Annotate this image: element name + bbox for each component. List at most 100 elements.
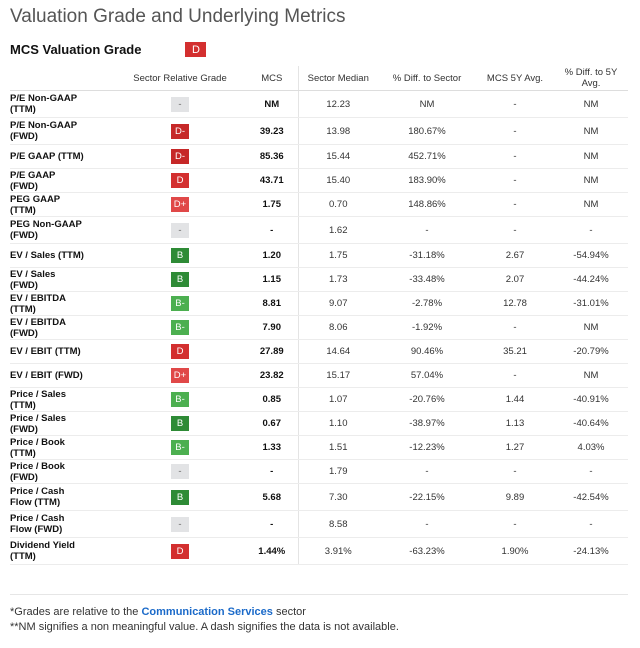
grade-cell: B- [114, 291, 246, 316]
grade-badge: B [171, 489, 189, 505]
grade-badge: D [171, 173, 189, 188]
mcs-value: 39.23 [246, 117, 299, 145]
mcs-5y-avg-value: - [476, 144, 554, 169]
diff-to-sector-value: -12.23% [378, 435, 476, 460]
sector-median-value: 8.58 [298, 510, 378, 538]
mcs-5y-avg-value: - [476, 510, 554, 538]
table-row: EV / EBIT (FWD) D+ 23.82 15.17 57.04% - NM [10, 363, 628, 388]
table-row: Dividend Yield (TTM) D 1.44% 3.91% -63.23% 1.… [10, 537, 628, 565]
mcs-value: - [246, 459, 299, 484]
metric-cell: P/E GAAP (TTM) [10, 144, 114, 169]
mcs-value: 0.67 [246, 411, 299, 436]
diff-to-5y-avg-value: - [554, 216, 628, 244]
mcs-value: - [246, 510, 299, 538]
grade-badge: B [171, 272, 189, 287]
mcs-5y-avg-value: - [476, 315, 554, 340]
grade-badge: - [171, 222, 189, 238]
grade-cell: B [114, 267, 246, 292]
table-row: EV / Sales (TTM) B 1.20 1.75 -31.18% 2.67 -54.… [10, 243, 628, 268]
col-header-diff-to-sector: % Diff. to Sector [378, 66, 476, 91]
grade-cell: - [114, 90, 246, 118]
diff-to-5y-avg-value: -40.64% [554, 411, 628, 436]
mcs-value: 5.68 [246, 483, 299, 511]
mcs-value: 1.75 [246, 192, 299, 217]
table-row: Price / Cash Flow (TTM) B 5.68 7.30 -22.15% 9… [10, 483, 628, 511]
grade-badge: B- [171, 392, 189, 407]
grade-badge: D- [171, 149, 189, 164]
diff-to-5y-avg-value: NM [554, 315, 628, 340]
diff-to-5y-avg-value: -42.54% [554, 483, 628, 511]
metric-cell: Dividend Yield (TTM) [10, 537, 114, 565]
diff-to-5y-avg-value: NM [554, 192, 628, 217]
grade-cell: D [114, 339, 246, 364]
diff-to-5y-avg-value: -40.91% [554, 387, 628, 412]
metric-cell: EV / EBIT (FWD) [10, 363, 114, 388]
valuation-metrics-table: Sector Relative Grade MCS Sector Median … [10, 66, 628, 565]
grade-cell: B [114, 243, 246, 268]
mcs-value: 43.71 [246, 168, 299, 193]
grade-cell: B- [114, 315, 246, 340]
grade-cell: - [114, 510, 246, 538]
mcs-value: - [246, 216, 299, 244]
mcs-5y-avg-value: - [476, 192, 554, 217]
mcs-value: 1.20 [246, 243, 299, 268]
metric-cell: PEG Non-GAAP (FWD) [10, 216, 114, 244]
sector-link[interactable]: Communication Services [141, 606, 272, 618]
diff-to-sector-value: -63.23% [378, 537, 476, 565]
sector-median-value: 14.64 [298, 339, 378, 364]
valuation-grade-badge: D [185, 42, 207, 57]
grade-badge: - [171, 464, 189, 479]
page-title: Valuation Grade and Underlying Metrics [10, 6, 346, 27]
table-row: EV / Sales (FWD) B 1.15 1.73 -33.48% 2.07 -44.… [10, 267, 628, 292]
mcs-5y-avg-value: - [476, 459, 554, 484]
sector-median-value: 15.17 [298, 363, 378, 388]
mcs-5y-avg-value: - [476, 363, 554, 388]
table-row: P/E GAAP (FWD) D 43.71 15.40 183.90% - NM [10, 168, 628, 193]
grade-badge: B [171, 248, 189, 263]
mcs-value: 1.44% [246, 537, 299, 565]
grade-badge: D- [171, 123, 189, 139]
grade-cell: D- [114, 117, 246, 145]
diff-to-5y-avg-value: NM [554, 117, 628, 145]
diff-to-sector-value: -31.18% [378, 243, 476, 268]
grade-badge: D+ [171, 197, 189, 212]
metric-cell: P/E GAAP (FWD) [10, 168, 114, 193]
diff-to-5y-avg-value: -20.79% [554, 339, 628, 364]
sector-median-value: 0.70 [298, 192, 378, 217]
mcs-value: 27.89 [246, 339, 299, 364]
mcs-5y-avg-value: 12.78 [476, 291, 554, 316]
sector-median-value: 1.75 [298, 243, 378, 268]
valuation-grade-label: MCS Valuation Grade [10, 42, 142, 57]
mcs-value: 0.85 [246, 387, 299, 412]
table-row: EV / EBIT (TTM) D 27.89 14.64 90.46% 35.21 -20… [10, 339, 628, 364]
sector-median-value: 1.73 [298, 267, 378, 292]
col-header-diff-to-5y-avg: % Diff. to 5Y Avg. [554, 66, 628, 91]
diff-to-sector-value: -2.78% [378, 291, 476, 316]
footnote-grades: *Grades are relative to the Communicatio… [10, 606, 306, 618]
col-header-mcs-5y-avg: MCS 5Y Avg. [476, 66, 554, 91]
mcs-5y-avg-value: - [476, 168, 554, 193]
sector-median-value: 12.23 [298, 90, 378, 118]
diff-to-sector-value: -38.97% [378, 411, 476, 436]
metric-cell: EV / EBITDA (TTM) [10, 291, 114, 316]
sector-median-value: 13.98 [298, 117, 378, 145]
footnote-grades-prefix: *Grades are relative to the [10, 606, 142, 618]
table-header-row: Sector Relative Grade MCS Sector Median … [10, 66, 628, 91]
diff-to-sector-value: 148.86% [378, 192, 476, 217]
mcs-5y-avg-value: 1.13 [476, 411, 554, 436]
mcs-5y-avg-value: 1.90% [476, 537, 554, 565]
metric-cell: EV / EBIT (TTM) [10, 339, 114, 364]
sector-median-value: 8.06 [298, 315, 378, 340]
diff-to-5y-avg-value: NM [554, 144, 628, 169]
footnote-grades-suffix: sector [272, 606, 306, 618]
grade-badge: - [171, 516, 189, 532]
grade-cell: D [114, 537, 246, 565]
mcs-5y-avg-value: - [476, 216, 554, 244]
table-row: PEG Non-GAAP (FWD) - -1.62- - - [10, 216, 628, 244]
metric-cell: PEG GAAP (TTM) [10, 192, 114, 217]
mcs-5y-avg-value: - [476, 117, 554, 145]
diff-to-5y-avg-value: -54.94% [554, 243, 628, 268]
table-row: Price / Sales (TTM) B- 0.85 1.07 -20.76% 1.44… [10, 387, 628, 412]
grade-badge: D [171, 344, 189, 359]
mcs-5y-avg-value: 35.21 [476, 339, 554, 364]
